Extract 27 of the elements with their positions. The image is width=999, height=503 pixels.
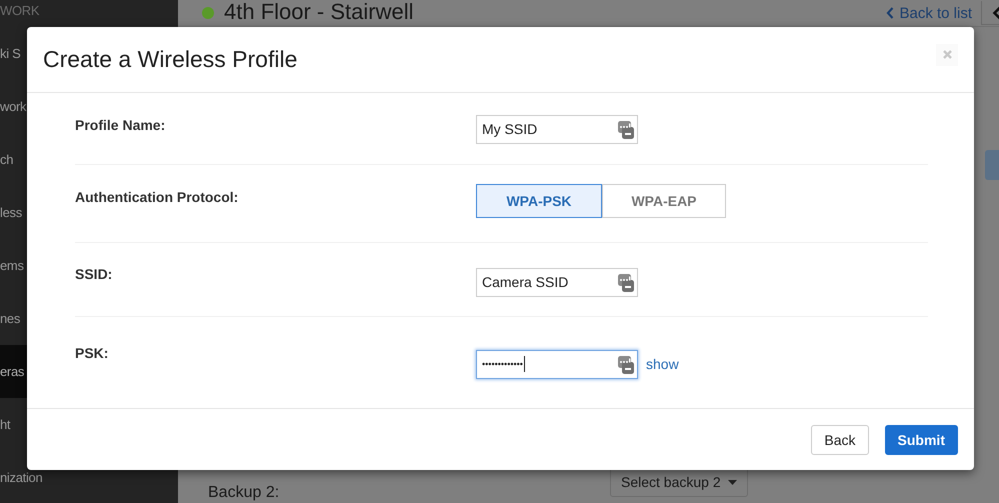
dialog-title: Create a Wireless Profile: [43, 46, 298, 73]
field-label: SSID:: [75, 266, 114, 284]
input-field[interactable]: Camera SSID: [476, 268, 638, 296]
keypad-badge-icon: [618, 120, 634, 138]
close-icon: [942, 50, 952, 59]
show-link[interactable]: show: [646, 356, 679, 372]
status-dot: [202, 7, 214, 19]
field-label: Profile Name:: [75, 116, 166, 135]
field-label: Authentication Protocol:: [75, 189, 240, 207]
back-button[interactable]: Back: [811, 424, 869, 454]
backup-select[interactable]: Select backup 2: [610, 467, 748, 497]
chevron-left-icon: [886, 7, 894, 19]
protocol-option[interactable]: WPA-PSK: [476, 184, 602, 218]
sidebar-item[interactable]: WORK: [0, 2, 178, 20]
button-edge[interactable]: [985, 150, 999, 180]
chevron-left-icon: [992, 6, 999, 20]
caret-icon: [728, 480, 737, 484]
submit-button[interactable]: Submit: [884, 424, 958, 454]
input-field[interactable]: My SSID: [476, 114, 638, 144]
input-field[interactable]: •••••••••••••: [476, 350, 638, 378]
keypad-badge-icon: [618, 274, 634, 292]
page-title: 4th Floor - Stairwell: [224, 0, 414, 25]
backup-label: Backup 2:: [208, 484, 280, 502]
keypad-badge-icon: [618, 356, 634, 374]
protocol-option[interactable]: WPA-EAP: [602, 184, 726, 218]
field-label: PSK:: [75, 345, 110, 363]
close-button[interactable]: [936, 44, 958, 66]
